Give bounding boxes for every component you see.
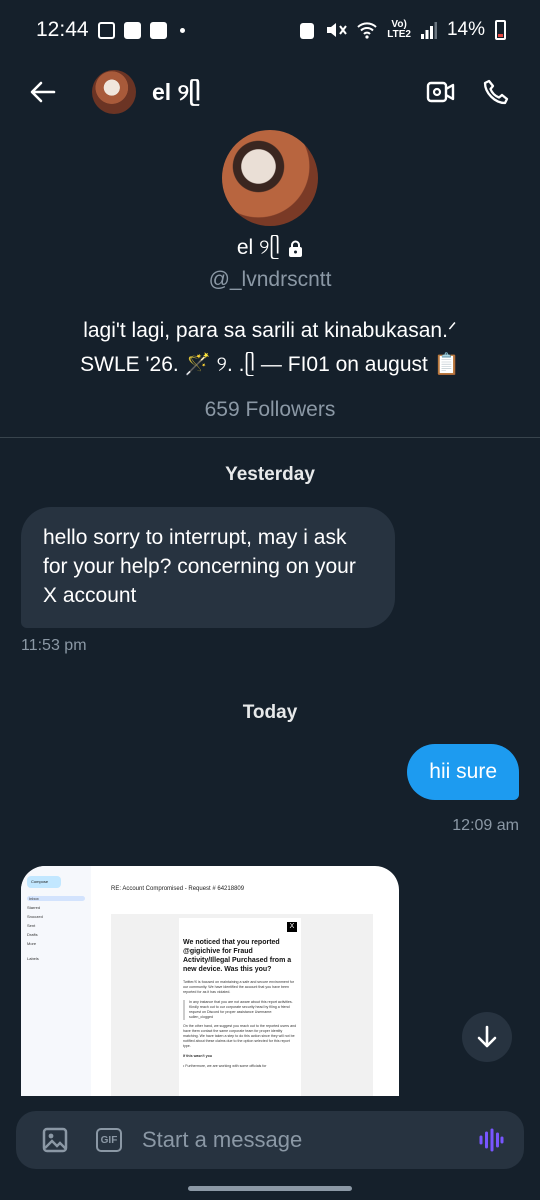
mail-subject: RE: Account Compromised - Request # 6421… [111,886,245,892]
profile-handle: @_lvndrscntt [208,268,332,291]
mail-nav-item: Drafts [27,932,38,937]
bio-line-2: SWLE '26. 🪄 ୨. .ᥫ — FI01 on august 📋 [80,353,460,376]
mail-nav-item: Inbox [27,896,85,901]
image-attachment[interactable]: Compose Inbox Starred Snoozed Sent Draft… [21,866,399,1096]
battery-icon [495,20,506,40]
followers-count[interactable]: 659 Followers [0,398,540,422]
mail-nav-item: Sent [27,923,36,928]
day-separator-today: Today [242,702,298,723]
mail-paragraph: Twitter/X is focused on maintaining a sa… [183,980,295,994]
message-input[interactable]: Start a message [142,1127,302,1153]
status-bar: 12:44 Vo) LTE2 14% [0,0,540,60]
day-separator-yesterday: Yesterday [225,464,315,485]
wifi-icon [357,22,377,39]
back-button[interactable] [30,77,60,107]
lock-icon [289,240,303,257]
profile-name-row: el ୨ᥫ [0,236,540,260]
profile-card[interactable]: el ୨ᥫ @_lvndrscntt lagi't lagi, para sa … [0,130,540,422]
alert-notification-icon [123,21,141,39]
signal-icon [420,22,437,39]
bio-line-1: lagi't lagi, para sa sarili at kinabukas… [83,319,457,342]
mail-nav-item: More [27,941,37,946]
mail-body: Twitter/X is focused on maintaining a sa… [183,980,297,1069]
mail-quote: In any instance that you are not aware a… [183,1000,297,1020]
back-arrow-icon [30,81,56,103]
header-name[interactable]: el ୨ᥫ [152,79,201,106]
mail-nav-item: Snoozed [27,914,43,919]
mail-labels: Labels [27,956,39,961]
mail-paragraph: On the other hand, we suggest you reach … [183,1024,297,1048]
profile-name: el ୨ᥫ [236,236,281,259]
scroll-down-button[interactable] [462,1012,512,1062]
outgoing-timestamp: 12:09 am [452,817,519,834]
more-notifications-icon [179,27,185,33]
shopee-notification-icon [149,21,167,39]
voice-message-icon[interactable] [478,1127,504,1153]
x-logo-icon: X [287,922,297,932]
mail-nav-item: Starred [27,905,41,910]
image-icon[interactable] [42,1127,68,1153]
message-composer[interactable]: GIF Start a message [16,1111,524,1169]
battery-percent: 14% [446,19,485,40]
lte-indicator: Vo) LTE2 [387,19,411,40]
home-indicator [188,1186,352,1191]
alarm-icon [300,23,315,39]
gif-button[interactable]: GIF [96,1128,122,1152]
incoming-timestamp: 11:53 pm [21,637,87,654]
mail-title: We noticed that you reported @gigichive … [183,939,292,973]
mail-sidebar: Compose Inbox Starred Snoozed Sent Draft… [21,866,91,1096]
profile-avatar[interactable] [222,130,318,226]
mail-compose: Compose [27,876,61,888]
gallery-notification-icon [97,21,115,39]
phone-call-icon[interactable] [482,78,510,106]
profile-divider [0,437,540,438]
header-avatar[interactable] [92,70,136,114]
status-time: 12:44 [36,18,89,41]
outgoing-message[interactable]: hii sure [407,744,519,800]
video-call-icon[interactable] [426,80,456,104]
mail-content: X We noticed that you reported @gigichiv… [179,918,301,1096]
mute-icon [327,23,348,37]
conversation-header: el ୨ᥫ [0,60,540,124]
incoming-message[interactable]: hello sorry to interrupt, may i ask for … [21,507,395,628]
profile-bio: lagi't lagi, para sa sarili at kinabukas… [50,314,490,382]
mail-paragraph: • Furthermore, we are working with some … [183,1064,267,1068]
arrow-down-icon [477,1025,497,1048]
mail-paragraph: If this wasn't you [183,1054,213,1058]
